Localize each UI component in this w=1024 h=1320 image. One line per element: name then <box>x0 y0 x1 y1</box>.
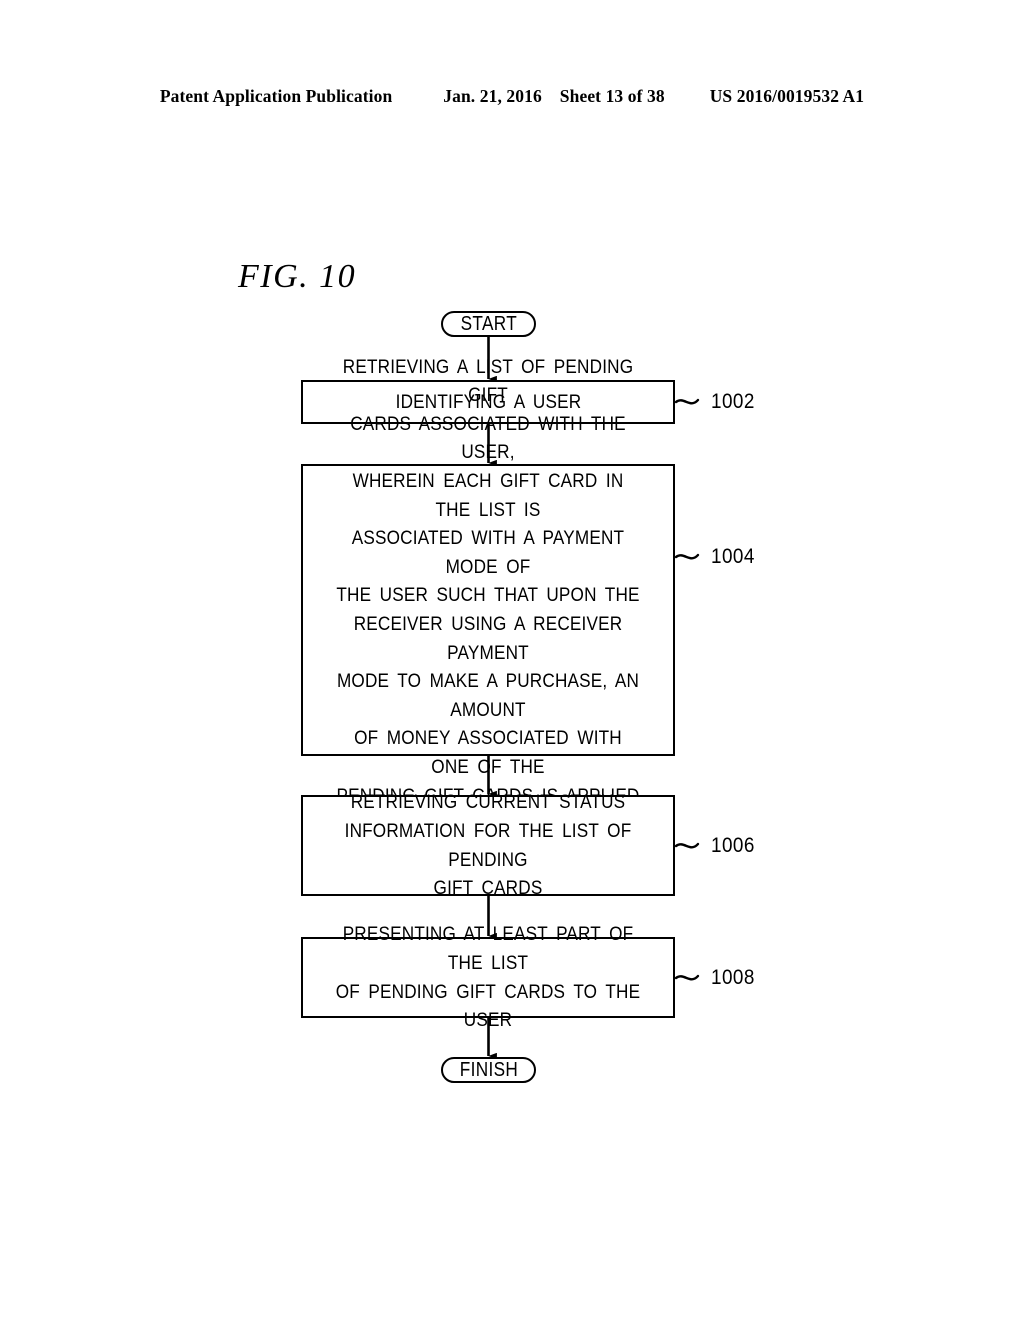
reference-numeral-1004: 1004 <box>711 545 755 568</box>
flow-node-1006: RETRIEVING CURRENT STATUS INFORMATION FO… <box>301 791 675 899</box>
flow-node-1008: PRESENTING AT LEAST PART OF THE LIST OF … <box>301 923 675 1031</box>
flow-node-1006-text: RETRIEVING CURRENT STATUS INFORMATION FO… <box>344 791 632 900</box>
reference-numeral-1008: 1008 <box>711 966 755 989</box>
reference-numeral-1002: 1002 <box>711 390 755 413</box>
leader-line-1002 <box>674 398 700 405</box>
leader-line-1008 <box>674 974 700 981</box>
reference-numeral-1006: 1006 <box>711 834 755 857</box>
leader-line-1006 <box>674 842 700 849</box>
flow-node-finish-label: FINISH <box>459 1059 518 1081</box>
flow-node-start: START <box>441 311 536 337</box>
leader-line-1004 <box>674 553 700 560</box>
flow-node-1008-text: PRESENTING AT LEAST PART OF THE LIST OF … <box>335 923 641 1032</box>
flow-node-start-label: START <box>460 313 517 335</box>
flow-node-finish: FINISH <box>441 1057 536 1083</box>
flow-node-1004: RETRIEVING A LIST OF PENDING GIFT CARDS … <box>301 356 675 864</box>
